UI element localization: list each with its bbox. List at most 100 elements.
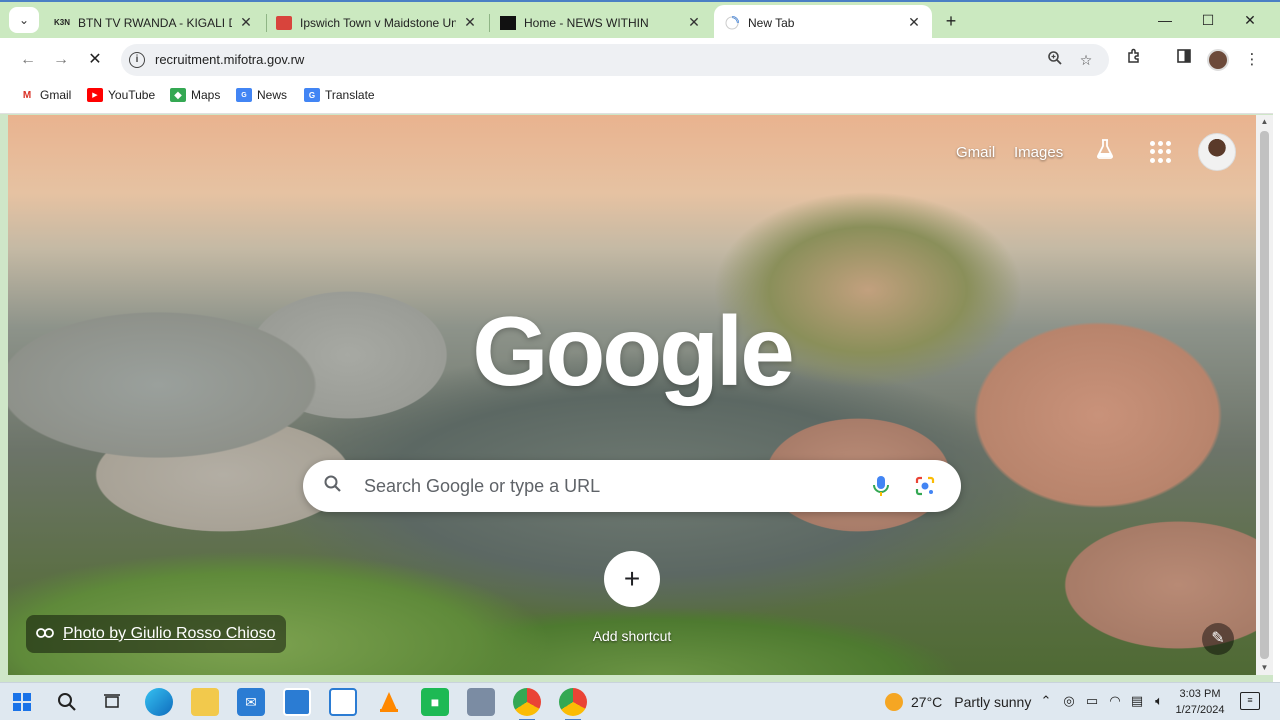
google-logo: Google [472,296,795,406]
tab-new-tab[interactable]: New Tab ✕ [714,5,932,40]
notification-center-icon[interactable]: ≡ [1240,692,1260,710]
vlc-icon[interactable] [375,688,403,716]
battery-icon[interactable]: ▭ [1084,693,1100,709]
search-icon[interactable] [53,688,81,716]
chat-icon[interactable]: ■ [421,688,449,716]
side-panel-icon[interactable] [1172,48,1196,72]
close-icon[interactable]: ✕ [686,14,702,31]
stop-loading-button[interactable]: ✕ [83,48,107,72]
chrome-icon[interactable] [559,688,587,720]
close-icon[interactable]: ✕ [906,14,922,31]
customize-pencil-icon[interactable]: ✎ [1202,623,1234,655]
windows-taskbar: ✉ ■ 27°C Partly sunny ⌃ ◎ ▭ ◠ ▤ 🔈︎ 3:03 … [0,682,1280,720]
clock-time: 3:03 PM [1179,688,1221,700]
add-shortcut-button[interactable]: + [604,551,660,607]
add-shortcut-label[interactable]: Add shortcut [578,628,686,644]
chrome-icon[interactable] [513,688,541,720]
chevron-up-icon[interactable]: ⌃ [1038,693,1054,709]
bookmark-label: Maps [191,88,221,102]
close-window-button[interactable]: ✕ [1238,8,1262,32]
task-view-icon[interactable] [98,688,126,716]
bookmarks-bar: M Gmail ▶ YouTube ◆ Maps G News G Transl… [0,82,1280,114]
windows-start-icon[interactable] [8,688,36,716]
file-explorer-icon[interactable] [191,688,219,716]
bookmark-gmail[interactable]: M Gmail [19,88,72,102]
volume-icon[interactable]: 🔈︎ [1151,693,1167,709]
tab-title: Ipswich Town v Maidstone Unit [300,15,456,30]
images-link[interactable]: Images [1014,144,1063,161]
bookmark-news[interactable]: G News [236,88,287,102]
tab-title: Home - NEWS WITHIN [524,15,649,30]
tray-app-icon[interactable]: ◎ [1061,693,1077,709]
tab-title: New Tab [748,15,795,30]
page-scrollbar[interactable]: ▲ ▼ [1256,115,1273,675]
scroll-down-arrow-icon[interactable]: ▼ [1256,661,1273,675]
bookmark-label: YouTube [108,88,156,102]
search-input[interactable]: Search Google or type a URL [364,476,600,497]
mail-icon[interactable]: ✉ [237,688,265,716]
back-button[interactable]: ← [16,48,40,72]
system-clock[interactable]: 3:03 PM 1/27/2024 [1168,686,1232,718]
site-info-icon[interactable]: i [129,52,145,68]
maximize-button[interactable]: ☐ [1196,8,1220,32]
news-icon: G [236,88,252,102]
bookmark-label: News [257,88,288,102]
labs-flask-icon[interactable] [1091,137,1119,165]
zoom-icon[interactable] [1045,50,1065,70]
voice-search-icon[interactable] [871,474,891,498]
gmail-link[interactable]: Gmail [956,144,995,161]
tab-btn-tv[interactable]: K3N BTN TV RWANDA - KIGALI DAIL ✕ [44,5,264,40]
link-icon [36,626,54,642]
weather-widget[interactable]: 27°C Partly sunny [885,693,1031,711]
app-window-icon[interactable] [329,688,357,716]
maps-icon: ◆ [170,88,186,102]
browser-toolbar: ← → ✕ i recruitment.mifotra.gov.rw ☆ ⋮ [0,38,1280,82]
bookmark-star-icon[interactable]: ☆ [1076,50,1096,70]
profile-avatar[interactable] [1207,49,1229,71]
bookmark-maps[interactable]: ◆ Maps [170,88,220,102]
tab-search-button[interactable]: ⌄ [9,7,39,33]
lens-search-icon[interactable] [914,475,936,497]
more-menu-icon[interactable]: ⋮ [1240,48,1264,72]
tab-news-within[interactable]: Home - NEWS WITHIN ✕ [490,5,712,40]
loading-spinner-icon [724,15,740,30]
scroll-up-arrow-icon[interactable]: ▲ [1256,115,1273,129]
clock-date: 1/27/2024 [1175,704,1225,716]
account-avatar[interactable] [1198,133,1236,171]
translate-icon: G [304,88,320,102]
extensions-icon[interactable] [1122,48,1146,72]
chevron-down-icon: ⌄ [18,13,30,27]
google-apps-icon[interactable] [1150,141,1172,163]
close-icon[interactable]: ✕ [462,14,478,31]
app-window-icon[interactable] [283,688,311,716]
address-bar[interactable]: i recruitment.mifotra.gov.rw ☆ [121,44,1109,76]
close-icon[interactable]: ✕ [238,14,254,31]
tab-favicon [276,15,292,30]
app-window-icon[interactable] [467,688,495,716]
tab-favicon: K3N [54,18,71,27]
new-tab-button[interactable]: + [940,10,962,32]
forward-button[interactable]: → [49,48,73,72]
partly-sunny-icon [885,693,903,711]
tab-ipswich[interactable]: Ipswich Town v Maidstone Unit ✕ [266,5,488,40]
bookmark-youtube[interactable]: ▶ YouTube [87,88,155,102]
youtube-icon: ▶ [87,88,103,102]
search-box[interactable]: Search Google or type a URL [303,460,961,512]
network-icon[interactable]: ▤ [1129,693,1145,709]
weather-condition: Partly sunny [954,694,1032,710]
bookmark-label: Gmail [40,88,72,102]
temperature: 27°C [911,694,943,710]
wifi-icon[interactable]: ◠ [1107,693,1123,709]
url-text[interactable]: recruitment.mifotra.gov.rw [155,52,304,67]
scrollbar-thumb[interactable] [1260,131,1269,659]
photo-credit-link[interactable]: Photo by Giulio Rosso Chioso [26,615,286,653]
photo-credit-text[interactable]: Photo by Giulio Rosso Chioso [63,625,276,643]
bookmark-translate[interactable]: G Translate [304,88,375,102]
tab-favicon [500,15,516,30]
new-tab-page: Gmail Images Google Search Google or typ… [8,115,1256,675]
search-icon [323,474,343,500]
edge-browser-icon[interactable] [145,688,173,716]
minimize-button[interactable]: — [1153,8,1177,32]
tab-title: BTN TV RWANDA - KIGALI DAIL [78,15,232,30]
window-frame [1273,38,1280,682]
